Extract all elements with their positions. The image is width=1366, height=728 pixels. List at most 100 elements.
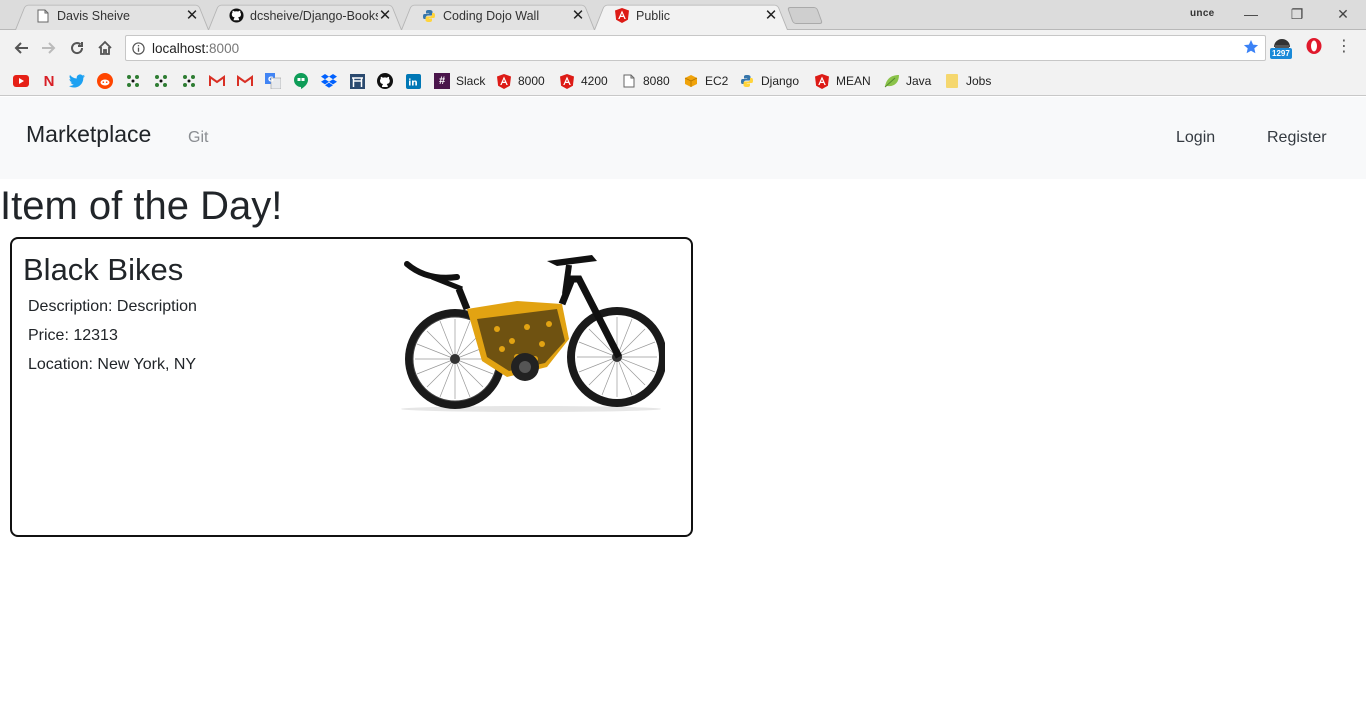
site-navbar: Marketplace Git Login Register <box>0 97 1366 179</box>
tab-coding-dojo-wall[interactable]: Coding Dojo Wall ✕ <box>401 1 595 30</box>
bookmark-label: Java <box>906 74 932 88</box>
close-icon[interactable]: ✕ <box>764 8 778 23</box>
bookmark-label: 8000 <box>518 74 545 88</box>
tab-strip: Davis Sheive ✕ dcsheive/Django-Books ✕ C… <box>0 0 1366 30</box>
bookmark-dropbox[interactable] <box>321 72 337 90</box>
document-icon <box>621 73 637 89</box>
bookmark-label: Jobs <box>966 74 992 88</box>
angular-icon <box>614 8 630 24</box>
bookmark-4200[interactable]: 4200 <box>559 72 608 90</box>
url-port: 8000 <box>209 40 240 56</box>
netflix-icon: N <box>43 72 55 90</box>
bookmark-translate[interactable]: G <box>265 72 281 90</box>
close-icon[interactable]: ✕ <box>185 8 199 23</box>
bookmark-torii[interactable] <box>349 72 365 90</box>
tab-title: dcsheive/Django-Books <box>250 8 378 23</box>
price-label: Price: <box>28 327 74 344</box>
info-icon[interactable] <box>132 41 145 55</box>
url-host: localhost: <box>152 40 210 56</box>
reddit-icon <box>97 73 113 89</box>
address-bar[interactable]: localhost: 8000 <box>125 35 1266 61</box>
reload-icon[interactable] <box>66 37 88 59</box>
tab-davis-sheive[interactable]: Davis Sheive ✕ <box>15 1 209 30</box>
bookmark-star-icon[interactable] <box>1243 39 1259 58</box>
bookmark-netflix[interactable]: N <box>41 72 57 90</box>
description-value: Description <box>116 298 197 315</box>
dropbox-icon <box>321 73 337 89</box>
forward-arrow-icon[interactable] <box>38 37 60 59</box>
gmail-icon <box>209 73 225 89</box>
bookmark-slack[interactable]: # Slack <box>434 72 485 90</box>
bookmark-8000[interactable]: 8000 <box>496 72 545 90</box>
leaf-icon <box>884 73 900 89</box>
profile-button[interactable]: unce <box>1190 8 1215 19</box>
page-title: Item of the Day! <box>0 184 283 228</box>
menu-kebab-icon[interactable]: ⋮ <box>1336 36 1352 56</box>
bookmark-label: MEAN <box>836 74 871 88</box>
brand-link[interactable]: Marketplace <box>26 121 151 148</box>
opera-icon[interactable] <box>1305 37 1323 60</box>
close-icon[interactable]: ✕ <box>378 8 392 23</box>
angular-icon <box>814 73 830 89</box>
nav-link-login[interactable]: Login <box>1176 129 1215 147</box>
hangouts-icon <box>293 73 309 89</box>
document-icon <box>35 8 51 24</box>
location-label: Location: <box>28 356 98 373</box>
description-label: Description: <box>28 298 117 315</box>
python-icon <box>739 73 755 89</box>
browser-toolbar: localhost: 8000 ⋮ <box>0 30 1366 66</box>
nav-link-register[interactable]: Register <box>1267 129 1327 147</box>
bookmark-grid-2[interactable] <box>153 72 169 90</box>
bike-image <box>401 255 665 412</box>
gmail-icon <box>237 73 253 89</box>
bookmark-gmail-2[interactable] <box>237 72 253 90</box>
price-value: 12313 <box>73 327 118 344</box>
home-icon[interactable] <box>94 37 116 59</box>
python-icon <box>421 8 437 24</box>
bookmark-gmail-1[interactable] <box>209 72 225 90</box>
bookmark-github[interactable] <box>377 72 393 90</box>
tab-title: Public <box>636 8 671 23</box>
close-icon[interactable]: ✕ <box>571 8 585 23</box>
tab-django-books[interactable]: dcsheive/Django-Books ✕ <box>208 1 402 30</box>
bookmark-jobs[interactable]: Jobs <box>944 72 991 90</box>
youtube-icon <box>13 73 29 89</box>
item-description: Description: Description <box>28 298 197 316</box>
bookmark-grid-3[interactable] <box>181 72 197 90</box>
bookmark-label: Django <box>761 74 800 88</box>
bookmark-grid-1[interactable] <box>125 72 141 90</box>
item-card: Black Bikes Description: Description Pri… <box>10 237 693 537</box>
bookmark-8080[interactable]: 8080 <box>621 72 670 90</box>
bookmark-label: Slack <box>456 74 486 88</box>
bookmark-reddit[interactable] <box>97 72 113 90</box>
bookmark-java[interactable]: Java <box>884 72 931 90</box>
svg-text:in: in <box>408 78 418 88</box>
window-close-icon[interactable]: ✕ <box>1328 4 1358 24</box>
svg-text:G: G <box>268 76 274 84</box>
bookmark-ec2[interactable]: EC2 <box>683 72 728 90</box>
slack-icon: # <box>434 73 450 89</box>
new-tab-button[interactable] <box>786 7 824 24</box>
item-location: Location: New York, NY <box>28 356 196 374</box>
restore-icon[interactable]: ❐ <box>1282 4 1312 24</box>
angular-icon <box>496 73 512 89</box>
grid-icon <box>181 73 197 89</box>
aws-box-icon <box>683 73 699 89</box>
location-value: New York, NY <box>97 356 197 373</box>
bookmark-hangouts[interactable] <box>293 72 309 90</box>
bookmark-youtube[interactable] <box>13 72 29 90</box>
bookmark-django[interactable]: Django <box>739 72 799 90</box>
item-title: Black Bikes <box>23 252 184 287</box>
bookmark-linkedin[interactable]: in <box>405 72 421 90</box>
minimize-icon[interactable]: — <box>1236 4 1266 24</box>
back-arrow-icon[interactable] <box>10 37 32 59</box>
tab-title: Coding Dojo Wall <box>443 8 540 23</box>
angular-icon <box>559 73 575 89</box>
bookmark-mean[interactable]: MEAN <box>814 72 871 90</box>
nav-link-git[interactable]: Git <box>188 129 208 147</box>
tab-title: Davis Sheive <box>57 8 130 23</box>
tab-public[interactable]: Public ✕ <box>594 1 788 30</box>
bookmark-twitter[interactable] <box>69 72 85 90</box>
folder-icon <box>944 73 960 89</box>
bookmarks-bar: N G in # Slack 8000 4200 8080 EC2 Django … <box>0 66 1366 96</box>
